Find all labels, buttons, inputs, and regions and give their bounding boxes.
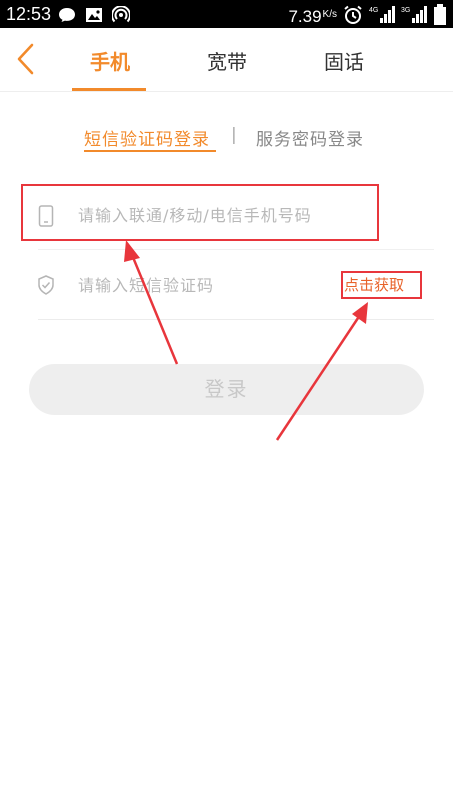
hotspot-icon [111,5,131,28]
tab-broadband[interactable]: 宽带 [205,46,249,92]
active-tab-indicator [72,88,146,91]
password-login-option[interactable]: 服务密码登录 [256,125,364,150]
chevron-left-icon [17,43,34,75]
tab-mobile[interactable]: 手机 [88,46,132,92]
login-button[interactable]: 登录 [29,364,424,415]
app-header: 手机 宽带 固话 [0,28,453,92]
login-type-switch: 短信验证码登录 | 服务密码登录 [0,123,453,153]
network-speed: 7.39K/s [288,7,337,26]
phone-row [38,180,434,250]
battery-icon [433,4,447,30]
image-notification-icon [85,7,103,27]
get-code-button[interactable]: 点击获取 [344,274,404,295]
alarm-icon [343,5,363,29]
status-bar: 12:53 7.39K/s 4G 3G [0,0,453,28]
sms-code-row: 点击获取 [38,250,434,320]
phone-number-input[interactable] [78,202,358,228]
svg-text:3G: 3G [401,7,410,14]
tab-landline[interactable]: 固话 [322,46,366,92]
shield-check-icon [38,275,54,297]
phone-icon [38,205,54,227]
signal-3g-icon: 3G [401,5,427,29]
login-type-separator: | [231,125,237,145]
back-button[interactable] [12,42,42,76]
svg-text:4G: 4G [369,7,378,14]
sms-code-input[interactable] [78,272,328,298]
chat-bubble-icon [58,7,76,27]
sms-login-underline [84,150,216,152]
sms-login-option[interactable]: 短信验证码登录 [84,125,210,150]
status-time: 12:53 [6,4,52,24]
signal-4g-icon: 4G [369,5,395,29]
